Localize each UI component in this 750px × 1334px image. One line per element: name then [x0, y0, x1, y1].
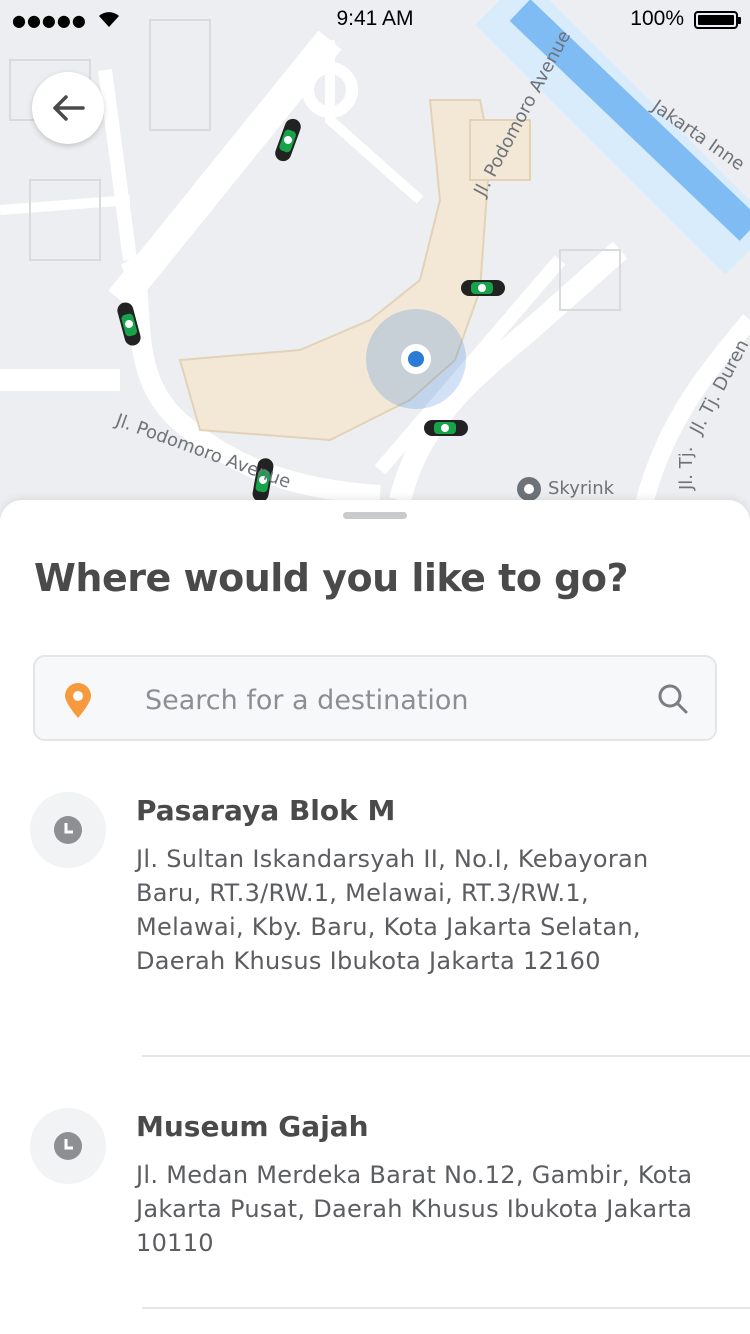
- sheet-drag-handle[interactable]: [343, 512, 407, 519]
- destination-sheet: Where would you like to go? Pasaraya Blo…: [0, 500, 750, 1334]
- list-item[interactable]: Pasaraya Blok M Jl. Sultan Iskandarsyah …: [0, 790, 750, 1058]
- place-name: Museum Gajah: [136, 1110, 369, 1143]
- search-input[interactable]: [143, 675, 637, 725]
- map-view[interactable]: Jl. Podomoro Avenue Jl. Podomoro Avenue …: [0, 0, 750, 520]
- driver-motorbike-icon: [461, 280, 505, 296]
- status-bar: ●●●●● 9:41 AM 100%: [0, 0, 750, 40]
- back-button[interactable]: [32, 72, 104, 144]
- place-address: Jl. Medan Merdeka Barat No.12, Gambir, K…: [136, 1161, 693, 1257]
- battery-percentage: 100%: [630, 7, 684, 30]
- page-title: Where would you like to go?: [34, 556, 629, 600]
- history-clock-icon: [30, 1108, 106, 1184]
- place-address: Jl. Sultan Iskandarsyah II, No.I, Kebayo…: [136, 845, 649, 975]
- history-clock-icon: [30, 792, 106, 868]
- battery-icon: [694, 11, 741, 29]
- poi-label-skyrink[interactable]: Skyrink: [548, 478, 614, 499]
- list-item[interactable]: Museum Gajah Jl. Medan Merdeka Barat No.…: [0, 1106, 750, 1312]
- list-divider: [142, 1307, 750, 1309]
- arrow-left-icon: [53, 95, 85, 121]
- driver-motorbike-icon: [424, 420, 468, 436]
- search-icon[interactable]: [657, 683, 689, 715]
- map-canvas: [0, 0, 750, 520]
- destination-search-box[interactable]: [33, 655, 717, 741]
- street-label: Jl. Tj.: [676, 446, 697, 490]
- location-pin-icon: [65, 683, 91, 718]
- place-name: Pasaraya Blok M: [136, 794, 396, 827]
- list-divider: [142, 1055, 750, 1057]
